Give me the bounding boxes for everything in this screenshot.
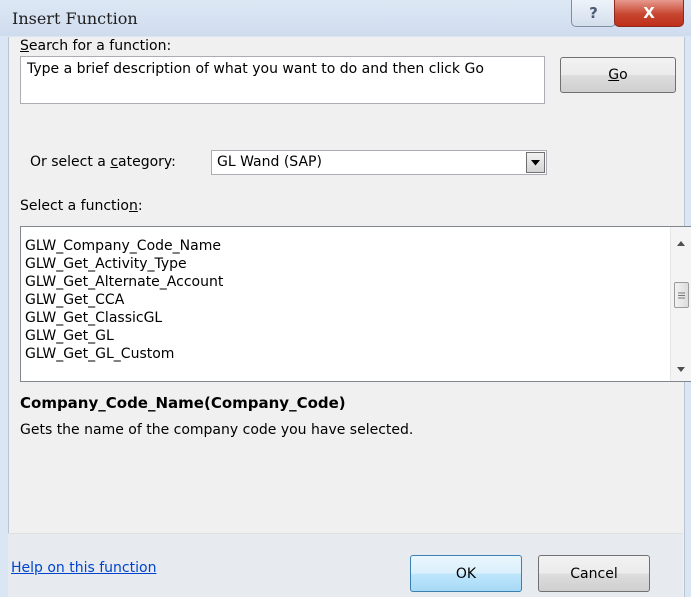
function-list-item[interactable]: GLW_Get_GL xyxy=(21,327,671,345)
search-input[interactable]: Type a brief description of what you wan… xyxy=(20,56,545,104)
function-list-items: GLW_Company_Code_Name GLW_Get_Activity_T… xyxy=(21,237,671,363)
grip-icon xyxy=(678,292,685,298)
help-on-function-link[interactable]: Help on this function xyxy=(11,560,156,576)
dialog-title: Insert Function xyxy=(12,9,138,28)
go-button[interactable]: Go xyxy=(560,57,676,93)
insert-function-dialog: Insert Function ? X Search for a functio… xyxy=(0,0,691,597)
search-accelerator: S xyxy=(20,38,29,54)
ok-button[interactable]: OK xyxy=(410,555,522,592)
help-icon: ? xyxy=(589,4,598,22)
category-label: Or select a category: xyxy=(30,154,176,170)
function-description: Gets the name of the company code you ha… xyxy=(20,422,414,438)
close-button[interactable]: X xyxy=(614,0,684,27)
help-button[interactable]: ? xyxy=(571,0,616,27)
function-list-item[interactable]: GLW_Get_GL_Custom xyxy=(21,345,671,363)
function-list-item[interactable]: GLW_Get_ClassicGL xyxy=(21,309,671,327)
close-icon: X xyxy=(643,4,655,22)
chevron-down-icon[interactable] xyxy=(526,152,545,173)
footer-divider xyxy=(8,533,683,534)
category-accelerator: c xyxy=(110,154,119,170)
category-select[interactable]: GL Wand (SAP) xyxy=(211,150,547,175)
function-signature: Company_Code_Name(Company_Code) xyxy=(20,394,346,412)
function-listbox[interactable]: GLW_Company_Code_Name GLW_Get_Activity_T… xyxy=(20,226,691,382)
function-list-item[interactable]: GLW_Get_Alternate_Account xyxy=(21,273,671,291)
scroll-up-arrow-icon[interactable] xyxy=(671,235,691,252)
scroll-thumb[interactable] xyxy=(674,282,689,308)
function-list-item[interactable]: GLW_Get_CCA xyxy=(21,291,671,309)
function-list-label: Select a function: xyxy=(20,198,143,214)
function-list-item[interactable]: GLW_Get_Activity_Type xyxy=(21,255,671,273)
scroll-down-arrow-icon[interactable] xyxy=(671,361,691,378)
vertical-scrollbar[interactable] xyxy=(670,227,691,381)
search-label: Search for a function: xyxy=(20,38,172,54)
category-selected-value: GL Wand (SAP) xyxy=(217,154,322,170)
function-list-item[interactable]: GLW_Company_Code_Name xyxy=(21,237,671,255)
title-bar[interactable]: Insert Function ? X xyxy=(0,0,691,36)
cancel-button[interactable]: Cancel xyxy=(538,555,650,592)
function-list-accelerator: n xyxy=(129,198,138,214)
